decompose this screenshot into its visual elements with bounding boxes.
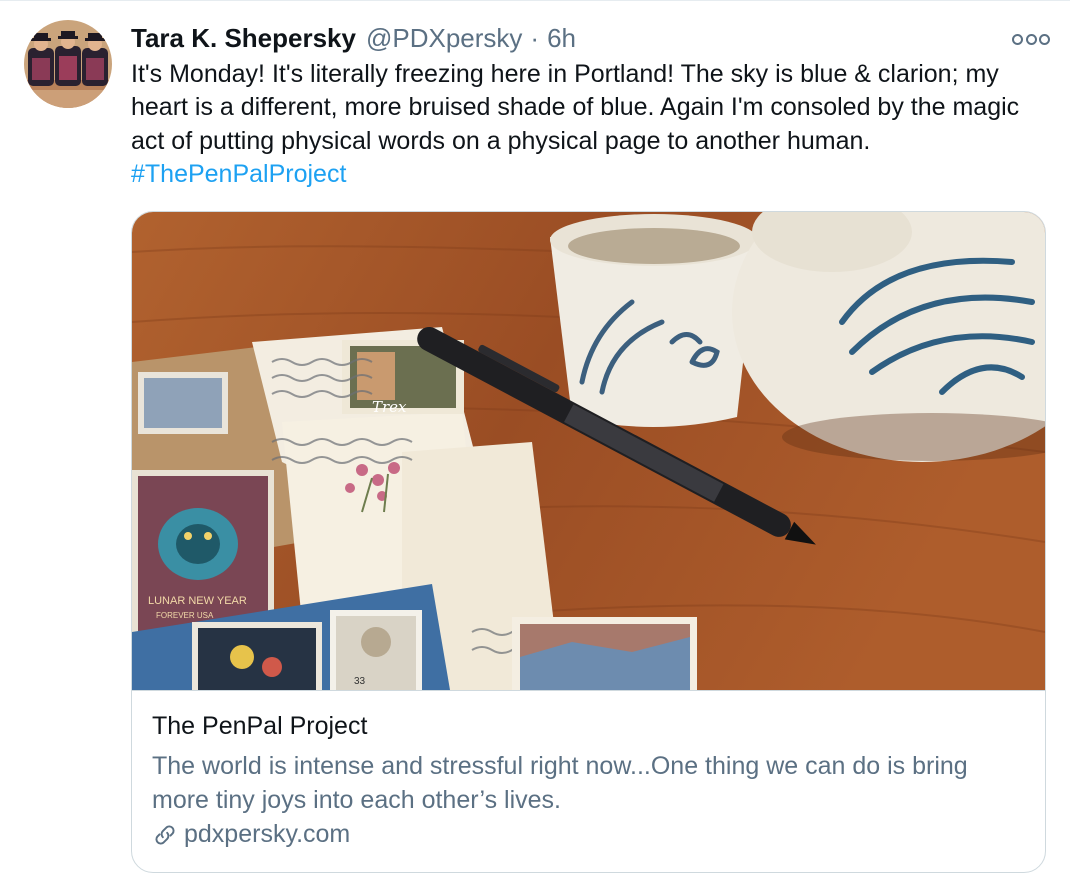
more-horizontal-icon-dot <box>1012 33 1023 45</box>
timestamp[interactable]: 6h <box>547 23 576 54</box>
card-domain-link[interactable]: pdxpersky.com <box>152 820 350 849</box>
link-card[interactable]: Trex LUNAR NEW YEAR FOREVER USA 33 The P… <box>131 211 1046 873</box>
tweet-header: Tara K. Shepersky @PDXpersky · 6h <box>131 20 1010 56</box>
link-icon <box>155 824 175 845</box>
more-horizontal-icon-dot <box>1025 33 1037 45</box>
stamp-word-text: Trex <box>372 398 407 416</box>
display-name[interactable]: Tara K. Shepersky <box>131 23 356 54</box>
tweet-body: It's Monday! It's literally freezing her… <box>131 60 1020 155</box>
card-domain: pdxpersky.com <box>184 820 351 848</box>
stamp-price-text: 33 <box>354 676 366 687</box>
tweet-text: It's Monday! It's literally freezing her… <box>131 58 1041 192</box>
card-title[interactable]: The PenPal Project <box>152 712 367 741</box>
stamp-lunar-text: LUNAR NEW YEAR <box>148 595 247 607</box>
separator-dot: · <box>530 22 540 53</box>
card-description: The world is intense and stressful right… <box>152 752 968 814</box>
card-image[interactable]: Trex LUNAR NEW YEAR FOREVER USA 33 <box>132 212 1045 691</box>
avatar-photo <box>24 20 112 108</box>
user-handle[interactable]: @PDXpersky <box>366 23 522 54</box>
top-divider <box>0 0 1070 1</box>
hashtag-link[interactable]: #ThePenPalProject <box>131 160 346 188</box>
avatar[interactable] <box>24 20 112 108</box>
stamp-lunar-sub-text: FOREVER USA <box>156 611 214 620</box>
more-horizontal-icon-dot <box>1039 33 1050 45</box>
more-options-button[interactable] <box>1012 30 1050 48</box>
